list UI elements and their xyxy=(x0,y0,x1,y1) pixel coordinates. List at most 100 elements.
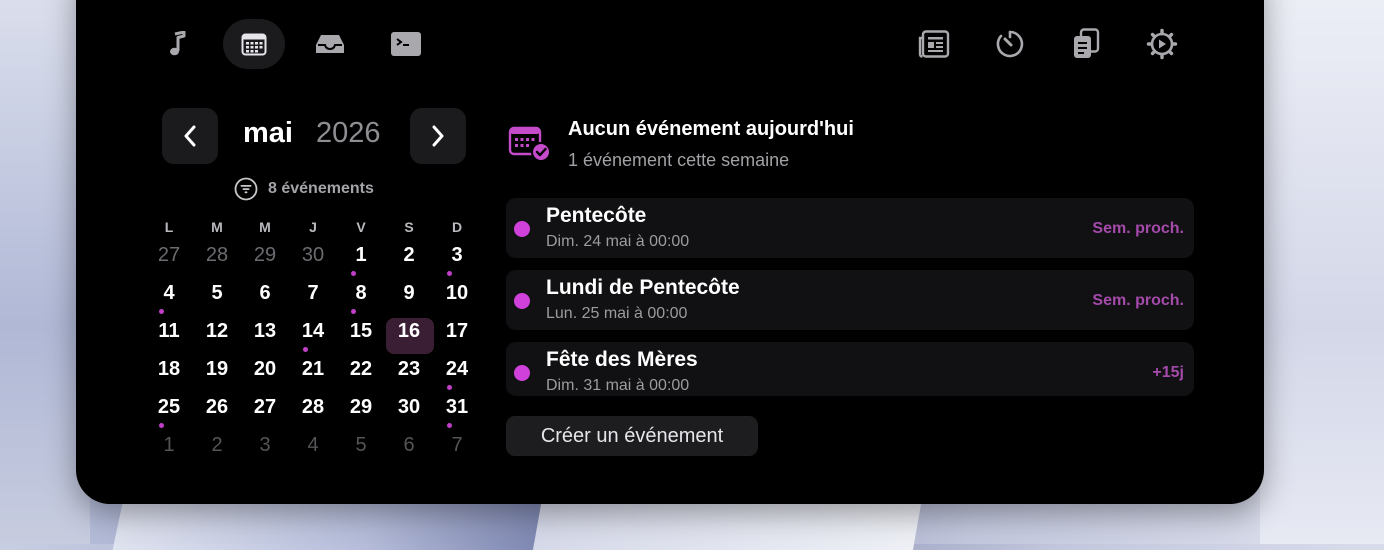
event-title: Fête des Mères xyxy=(546,348,698,371)
event-date: Dim. 24 mai à 00:00 xyxy=(546,233,690,250)
calendar-day-other-month[interactable]: 29 xyxy=(245,244,285,267)
event-date: Dim. 31 mai à 00:00 xyxy=(546,377,690,394)
event-indicator-dot xyxy=(159,309,164,314)
timer-icon xyxy=(996,30,1024,58)
calendar-day[interactable]: 13 xyxy=(245,320,285,343)
calendar-day-other-month[interactable]: 2 xyxy=(197,434,237,457)
event-relative-time: +15j xyxy=(1152,364,1184,381)
event-title: Pentecôte xyxy=(546,204,647,227)
calendar-day[interactable]: 3 xyxy=(437,244,477,267)
event-color-dot xyxy=(514,293,530,309)
calendar-day[interactable]: 20 xyxy=(245,358,285,381)
music-tab[interactable] xyxy=(146,19,208,69)
calendar-day[interactable]: 4 xyxy=(149,282,189,305)
summary-title: Aucun événement aujourd'hui xyxy=(568,118,854,140)
clipboard-tab[interactable] xyxy=(1055,19,1117,69)
calendar-day[interactable]: 27 xyxy=(245,396,285,419)
calendar-day[interactable]: 19 xyxy=(197,358,237,381)
calendar-day[interactable]: 28 xyxy=(293,396,333,419)
chevron-right-icon xyxy=(432,125,444,147)
event-count-label: 8 événements xyxy=(268,180,374,197)
event-relative-time: Sem. proch. xyxy=(1092,292,1184,309)
previous-month-button[interactable] xyxy=(162,108,218,164)
calendar-day[interactable]: 21 xyxy=(293,358,333,381)
clipboard-icon xyxy=(1074,28,1100,58)
event-relative-time: Sem. proch. xyxy=(1092,220,1184,237)
calendar-day[interactable]: 5 xyxy=(197,282,237,305)
timer-tab[interactable] xyxy=(979,19,1041,69)
weekday-header: J xyxy=(309,219,317,235)
calendar-day-other-month[interactable]: 3 xyxy=(245,434,285,457)
weekday-header: D xyxy=(451,219,463,235)
calendar-icon xyxy=(241,33,267,56)
calendar-day[interactable]: 29 xyxy=(341,396,381,419)
calendar-day[interactable]: 22 xyxy=(341,358,381,381)
event-indicator-dot xyxy=(351,271,356,276)
calendar-day[interactable]: 10 xyxy=(437,282,477,305)
event-indicator-dot xyxy=(447,385,452,390)
calendar-day-other-month[interactable]: 6 xyxy=(389,434,429,457)
calendar-day[interactable]: 15 xyxy=(341,320,381,343)
calendar-day-other-month[interactable]: 7 xyxy=(437,434,477,457)
calendar-day-today[interactable]: 16 xyxy=(389,320,429,343)
event-filter[interactable]: 8 événements xyxy=(234,177,374,201)
calendar-day[interactable]: 1 xyxy=(341,244,381,267)
terminal-icon xyxy=(391,32,421,56)
settings-icon xyxy=(1146,28,1178,60)
event-indicator-dot xyxy=(447,271,452,276)
calendar-day[interactable]: 30 xyxy=(389,396,429,419)
calendar-day[interactable]: 11 xyxy=(149,320,189,343)
calendar-check-icon xyxy=(508,126,551,162)
event-item[interactable]: Fête des Mères Dim. 31 mai à 00:00 +15j xyxy=(506,342,1194,396)
weekday-header: S xyxy=(404,219,414,235)
settings-tab[interactable] xyxy=(1131,19,1193,69)
calendar-day-other-month[interactable]: 1 xyxy=(149,434,189,457)
news-icon xyxy=(918,30,950,58)
calendar-day[interactable]: 14 xyxy=(293,320,333,343)
calendar-day[interactable]: 17 xyxy=(437,320,477,343)
calendar-day[interactable]: 6 xyxy=(245,282,285,305)
event-indicator-dot xyxy=(447,423,452,428)
calendar-day[interactable]: 9 xyxy=(389,282,429,305)
event-item[interactable]: Pentecôte Dim. 24 mai à 00:00 Sem. proch… xyxy=(506,198,1194,258)
calendar-widget-panel: mai 2026 8 événements L M M J V S D 27 28 29 30 1 2 3… xyxy=(76,0,1264,504)
music-icon xyxy=(170,31,186,56)
terminal-tab[interactable] xyxy=(375,19,437,69)
weekday-header: M xyxy=(211,219,223,235)
calendar-day[interactable]: 31 xyxy=(437,396,477,419)
event-item[interactable]: Lundi de Pentecôte Lun. 25 mai à 00:00 S… xyxy=(506,270,1194,330)
event-color-dot xyxy=(514,221,530,237)
calendar-day[interactable]: 12 xyxy=(197,320,237,343)
weekday-header: L xyxy=(164,219,174,235)
event-date: Lun. 25 mai à 00:00 xyxy=(546,305,688,322)
month-label: mai xyxy=(243,117,293,149)
create-event-button[interactable]: Créer un événement xyxy=(506,416,758,456)
filter-icon xyxy=(234,177,258,201)
calendar-day-other-month[interactable]: 27 xyxy=(149,244,189,267)
calendar-day[interactable]: 8 xyxy=(341,282,381,305)
event-color-dot xyxy=(514,365,530,381)
inbox-tab[interactable] xyxy=(299,19,361,69)
event-indicator-dot xyxy=(303,347,308,352)
calendar-day[interactable]: 23 xyxy=(389,358,429,381)
calendar-day-other-month[interactable]: 28 xyxy=(197,244,237,267)
calendar-day-other-month[interactable]: 30 xyxy=(293,244,333,267)
event-title: Lundi de Pentecôte xyxy=(546,276,740,299)
calendar-day[interactable]: 7 xyxy=(293,282,333,305)
weekday-header: V xyxy=(356,219,366,235)
event-indicator-dot xyxy=(351,309,356,314)
calendar-day[interactable]: 26 xyxy=(197,396,237,419)
event-indicator-dot xyxy=(159,423,164,428)
next-month-button[interactable] xyxy=(410,108,466,164)
calendar-day[interactable]: 25 xyxy=(149,396,189,419)
inbox-icon xyxy=(316,35,344,53)
calendar-day[interactable]: 24 xyxy=(437,358,477,381)
calendar-day-other-month[interactable]: 5 xyxy=(341,434,381,457)
news-tab[interactable] xyxy=(903,19,965,69)
chevron-left-icon xyxy=(184,125,196,147)
year-label: 2026 xyxy=(316,117,381,149)
calendar-day[interactable]: 2 xyxy=(389,244,429,267)
calendar-tab[interactable] xyxy=(223,19,285,69)
calendar-day[interactable]: 18 xyxy=(149,358,189,381)
calendar-day-other-month[interactable]: 4 xyxy=(293,434,333,457)
